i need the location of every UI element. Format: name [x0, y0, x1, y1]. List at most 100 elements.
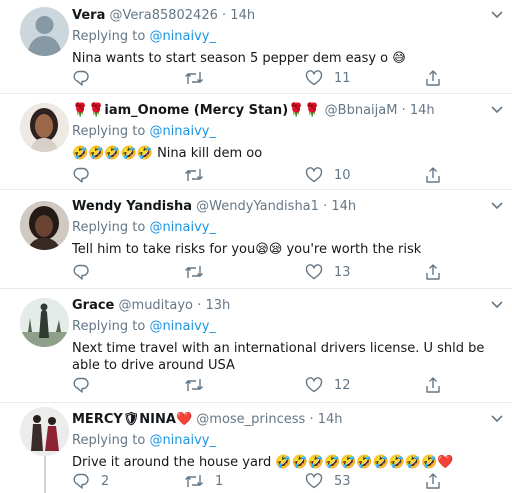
- retweet-button[interactable]: [184, 165, 215, 185]
- reply-tweet[interactable]: Wendy Yandisha @WendyYandisha1 · 14h Rep…: [0, 191, 512, 289]
- share-button[interactable]: [424, 165, 442, 185]
- share-button[interactable]: [424, 262, 442, 282]
- reply-button[interactable]: 2: [72, 471, 109, 491]
- like-count: 11: [334, 70, 351, 86]
- mention-link[interactable]: @ninaivy_: [149, 124, 216, 139]
- display-name[interactable]: Grace: [72, 298, 114, 313]
- tweet-content: 🌹🌹iam_Onome (Mercy Stan)🌹🌹 @BbnaijaM · 1…: [72, 102, 502, 162]
- display-name[interactable]: MERCY🛡NINA❤️: [72, 412, 192, 427]
- mention-link[interactable]: @ninaivy_: [149, 220, 216, 235]
- tweet-content: Grace @muditayo · 13h Replying to @ninai…: [72, 297, 502, 374]
- chevron-down-icon[interactable]: [490, 10, 504, 20]
- reply-tweet[interactable]: Grace @muditayo · 13h Replying to @ninai…: [0, 290, 512, 403]
- share-icon: [426, 473, 440, 489]
- tweet-content: Wendy Yandisha @WendyYandisha1 · 14h Rep…: [72, 198, 502, 258]
- like-button[interactable]: 11: [305, 68, 351, 88]
- reply-button[interactable]: [72, 165, 101, 185]
- retweet-button[interactable]: [184, 375, 215, 395]
- avatar[interactable]: [20, 298, 69, 347]
- retweet-button[interactable]: [184, 262, 215, 282]
- avatar[interactable]: [20, 201, 69, 250]
- avatar[interactable]: [20, 407, 69, 456]
- like-button[interactable]: 13: [305, 262, 351, 282]
- retweet-icon: [185, 379, 203, 391]
- like-button[interactable]: 12: [305, 375, 351, 395]
- separator-dot: ·: [222, 8, 227, 23]
- like-count: 53: [334, 473, 351, 489]
- retweet-button[interactable]: [184, 68, 215, 88]
- avatar[interactable]: [20, 7, 69, 56]
- reply-button[interactable]: [72, 262, 101, 282]
- user-handle[interactable]: @WendyYandisha1: [196, 199, 319, 214]
- profile-photo-icon: [20, 407, 69, 456]
- user-handle[interactable]: @Vera85802426: [110, 8, 218, 23]
- reply-tweet[interactable]: Vera @Vera85802426 · 14h Replying to @ni…: [0, 0, 512, 94]
- timestamp[interactable]: 13h: [205, 298, 230, 313]
- timestamp[interactable]: 14h: [331, 199, 356, 214]
- reply-button[interactable]: [72, 68, 101, 88]
- tweet-text: 🤣🤣🤣🤣🤣 Nina kill dem oo: [72, 146, 263, 161]
- timestamp[interactable]: 14h: [230, 8, 255, 23]
- tweet-actions: 13: [72, 262, 502, 282]
- reply-button[interactable]: [72, 375, 101, 395]
- replying-to: Replying to @ninaivy_: [72, 28, 502, 46]
- mention-link[interactable]: @ninaivy_: [149, 29, 216, 44]
- tweet-actions: 11: [72, 68, 502, 88]
- tweet-header: MERCY🛡NINA❤️ @mose_princess · 14h: [72, 411, 502, 429]
- display-name[interactable]: Wendy Yandisha: [72, 199, 192, 214]
- like-count: 13: [334, 264, 351, 280]
- tweet-actions: 10: [72, 165, 502, 185]
- separator-dot: ·: [197, 298, 202, 313]
- avatar[interactable]: [20, 103, 69, 152]
- retweet-icon: [185, 169, 203, 181]
- reply-tweet[interactable]: MERCY🛡NINA❤️ @mose_princess · 14h Replyi…: [0, 404, 512, 493]
- user-handle[interactable]: @muditayo: [119, 298, 193, 313]
- heart-icon: [305, 70, 323, 86]
- display-name[interactable]: Vera: [72, 8, 105, 23]
- display-name[interactable]: 🌹🌹iam_Onome (Mercy Stan)🌹🌹: [72, 103, 321, 118]
- replying-to: Replying to @ninaivy_: [72, 219, 502, 237]
- tweet-text: Drive it around the house yard 🤣🤣🤣🤣🤣🤣🤣🤣🤣…: [72, 455, 454, 470]
- replying-label: Replying to: [72, 433, 146, 448]
- reply-tweet[interactable]: 🌹🌹iam_Onome (Mercy Stan)🌹🌹 @BbnaijaM · 1…: [0, 95, 512, 190]
- retweet-count: 1: [215, 473, 224, 489]
- replying-label: Replying to: [72, 319, 146, 334]
- retweet-icon: [185, 266, 203, 278]
- user-handle[interactable]: @BbnaijaM: [325, 103, 398, 118]
- share-button[interactable]: [424, 375, 442, 395]
- replying-label: Replying to: [72, 29, 146, 44]
- user-handle[interactable]: @mose_princess: [196, 412, 305, 427]
- tweet-header: 🌹🌹iam_Onome (Mercy Stan)🌹🌹 @BbnaijaM · 1…: [72, 102, 502, 120]
- tweet-text: Next time travel with an international d…: [72, 341, 485, 373]
- timestamp[interactable]: 14h: [318, 412, 343, 427]
- retweet-button[interactable]: 1: [184, 471, 223, 491]
- chevron-down-icon[interactable]: [490, 300, 504, 310]
- reply-icon: [73, 473, 89, 489]
- tweet-header: Vera @Vera85802426 · 14h: [72, 7, 502, 25]
- profile-photo-icon: [20, 201, 69, 250]
- share-button[interactable]: [424, 471, 442, 491]
- chevron-down-icon[interactable]: [490, 201, 504, 211]
- chevron-down-icon[interactable]: [490, 105, 504, 115]
- like-count: 12: [334, 377, 351, 393]
- heart-icon: [305, 167, 323, 183]
- profile-photo-icon: [20, 103, 69, 152]
- like-button[interactable]: 53: [305, 471, 351, 491]
- share-icon: [426, 264, 440, 280]
- timestamp[interactable]: 14h: [410, 103, 435, 118]
- heart-icon: [305, 264, 323, 280]
- reply-icon: [73, 264, 89, 280]
- share-button[interactable]: [424, 68, 442, 88]
- share-icon: [426, 377, 440, 393]
- like-count: 10: [334, 167, 351, 183]
- mention-link[interactable]: @ninaivy_: [149, 319, 216, 334]
- profile-photo-icon: [20, 298, 69, 347]
- tweet-header: Wendy Yandisha @WendyYandisha1 · 14h: [72, 198, 502, 216]
- like-button[interactable]: 10: [305, 165, 351, 185]
- tweet-header: Grace @muditayo · 13h: [72, 297, 502, 315]
- reply-count: 2: [101, 473, 110, 489]
- mention-link[interactable]: @ninaivy_: [149, 433, 216, 448]
- replying-label: Replying to: [72, 220, 146, 235]
- separator-dot: ·: [401, 103, 406, 118]
- chevron-down-icon[interactable]: [490, 414, 504, 424]
